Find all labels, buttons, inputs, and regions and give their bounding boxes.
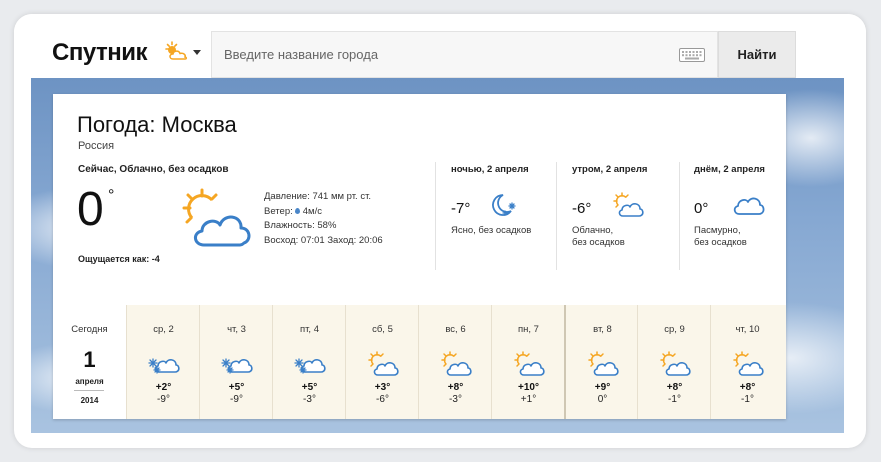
divider [74, 390, 104, 391]
today-month: апреля [75, 377, 104, 386]
part-of-day-night: ночью, 2 апреля -7° Ясно, без осадков [451, 164, 561, 236]
day-label: чт, 10 [735, 324, 760, 335]
day-low-temp: -3° [449, 394, 462, 405]
part-label: утром, 2 апреля [572, 164, 648, 175]
day-low-temp: -6° [376, 394, 389, 405]
logo[interactable]: Спутник [52, 39, 147, 67]
feels-like: Ощущается как: -4 [78, 254, 160, 264]
keyboard-icon[interactable] [679, 48, 705, 62]
divider [679, 162, 680, 270]
day-low-temp: -1° [668, 394, 681, 405]
today-label: Сегодня [71, 324, 108, 335]
forecast-day[interactable]: чт, 3 +5° -9° [199, 305, 272, 419]
current-temperature: 0 [77, 183, 104, 236]
today-column: Сегодня 1 апреля 2014 [53, 305, 126, 419]
day-high-temp: +3° [374, 382, 391, 393]
day-low-temp: +1° [520, 394, 537, 405]
day-label: ср, 2 [153, 324, 174, 335]
snow-cloud-icon [148, 358, 180, 374]
city-search-input[interactable] [212, 32, 667, 77]
part-temperature: -7° [451, 200, 471, 217]
day-high-temp: +8° [666, 382, 683, 393]
part-description: Облачно, без осадков [572, 225, 625, 248]
part-description: Пасмурно, без осадков [694, 225, 747, 248]
divider [556, 162, 557, 270]
wind-direction-icon [294, 207, 300, 214]
weather-card: Погода: Москва Россия Сейчас, Облачно, б… [53, 94, 786, 419]
day-low-temp: 0° [597, 394, 608, 405]
wind-label: Ветер: [264, 205, 293, 217]
part-temperature: -6° [572, 200, 592, 217]
day-high-temp: +9° [594, 382, 611, 393]
sun-cloud-icon [514, 351, 545, 376]
day-label: чт, 3 [227, 324, 246, 335]
ten-day-forecast: Сегодня 1 апреля 2014 ср, 2 +2° -9° чт, … [53, 305, 786, 419]
today-day-number: 1 [83, 347, 96, 372]
day-label: вс, 6 [445, 324, 466, 335]
part-of-day-morning: утром, 2 апреля -6° Облачно, без осадков [572, 164, 682, 248]
divider [435, 162, 436, 270]
page-title: Погода: Москва [77, 112, 237, 137]
current-details: Давление: 741 мм рт. ст. Ветер: 4м/с Влаж… [264, 190, 383, 248]
forecast-day[interactable]: ср, 9 +8° -1° [637, 305, 710, 419]
snow-cloud-icon [294, 358, 326, 374]
snow-cloud-icon [221, 358, 253, 374]
day-high-temp: +8° [739, 382, 756, 393]
current-conditions-label: Сейчас, Облачно, без осадков [78, 164, 229, 175]
find-button[interactable]: Найти [718, 31, 796, 78]
day-low-temp: -1° [741, 394, 754, 405]
sun-cloud-icon [368, 351, 399, 376]
forecast-day[interactable]: вт, 8 +9° 0° [564, 305, 637, 419]
forecast-day[interactable]: пн, 7 +10° +1° [491, 305, 564, 419]
day-label: пн, 7 [518, 324, 539, 335]
day-high-temp: +5° [301, 382, 318, 393]
pressure: Давление: 741 мм рт. ст. [264, 191, 372, 202]
wind-value: 4м/с [302, 205, 322, 217]
day-high-temp: +10° [518, 382, 539, 393]
part-label: днём, 2 апреля [694, 164, 765, 175]
day-label: сб, 5 [372, 324, 393, 335]
cloud-icon [733, 197, 765, 215]
day-label: пт, 4 [299, 324, 319, 335]
sun-cloud-icon [613, 192, 644, 217]
sunrise-sunset: Восход: 07:01 Заход: 20:06 [264, 234, 383, 246]
moon-snow-icon [492, 194, 516, 216]
part-label: ночью, 2 апреля [451, 164, 529, 175]
part-of-day-day: днём, 2 апреля 0° Пасмурно, без осадков [694, 164, 804, 248]
today-year: 2014 [80, 396, 99, 405]
wind: Ветер: 4м/с [264, 205, 383, 220]
day-label: ср, 9 [664, 324, 685, 335]
current-temperature-degree: ° [108, 187, 115, 204]
sun-cloud-icon [182, 188, 251, 247]
logo-weather-icon[interactable] [164, 41, 190, 61]
part-temperature: 0° [694, 200, 709, 217]
humidity: Влажность: 58% [264, 220, 337, 231]
sun-cloud-icon [660, 351, 691, 376]
forecast-day[interactable]: вс, 6 +8° -3° [418, 305, 491, 419]
day-label: вт, 8 [593, 324, 612, 335]
day-high-temp: +8° [447, 382, 464, 393]
forecast-day[interactable]: ср, 2 +2° -9° [126, 305, 199, 419]
logo-dropdown-caret-icon[interactable] [193, 50, 201, 55]
top-bar: Спутник Найти [14, 14, 866, 78]
forecast-day[interactable]: пт, 4 +5° -3° [272, 305, 345, 419]
day-low-temp: -9° [157, 394, 170, 405]
sun-cloud-icon [588, 351, 619, 376]
search-box [211, 31, 718, 78]
day-low-temp: -9° [230, 394, 243, 405]
sun-cloud-icon [733, 351, 764, 376]
part-description: Ясно, без осадков [451, 225, 532, 236]
sun-cloud-icon [441, 351, 472, 376]
day-high-temp: +2° [155, 382, 172, 393]
app-window: Спутник Найти Погода: Москва [14, 14, 866, 448]
day-low-temp: -3° [303, 394, 316, 405]
country-label: Россия [78, 140, 115, 152]
forecast-day[interactable]: чт, 10 +8° -1° [710, 305, 786, 419]
forecast-day[interactable]: сб, 5 +3° -6° [345, 305, 418, 419]
day-high-temp: +5° [228, 382, 245, 393]
